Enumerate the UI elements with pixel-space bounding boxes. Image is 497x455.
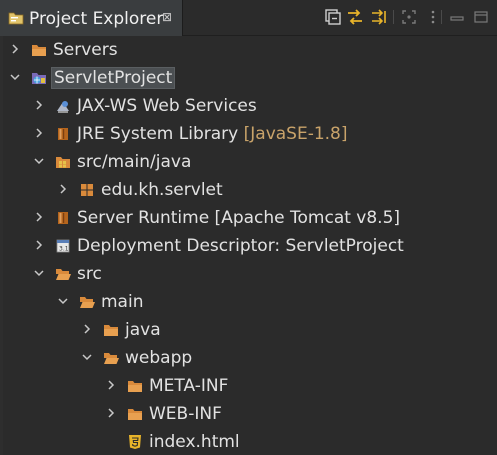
web-services-icon	[57, 101, 69, 113]
toolbar-separator	[441, 10, 442, 24]
tree-item-label: main	[101, 292, 144, 312]
view-header: Project Explorer ⊠	[0, 0, 497, 36]
tree-item-web-inf[interactable]: WEB-INF	[0, 400, 497, 428]
chevron-down-icon[interactable]	[32, 154, 46, 168]
tree-item-label: META-INF	[149, 376, 229, 396]
tree-item-label: WEB-INF	[149, 404, 222, 424]
view-menu-icon[interactable]	[424, 8, 442, 26]
tree-item-src-main-java[interactable]: src/main/java	[0, 148, 497, 176]
tree-item-meta-inf[interactable]: META-INF	[0, 372, 497, 400]
minimize-icon[interactable]	[448, 8, 466, 26]
tree-item-servletproject[interactable]: ServletProject	[0, 64, 497, 92]
chevron-right-icon[interactable]	[104, 406, 118, 420]
tree-item-src[interactable]: src	[0, 260, 497, 288]
html5-file-icon	[129, 435, 141, 449]
folder-icon	[104, 325, 118, 336]
chevron-right-icon[interactable]	[8, 42, 22, 56]
tab-project-explorer[interactable]: Project Explorer ⊠	[0, 0, 183, 36]
tree-item-package[interactable]: edu.kh.servlet	[0, 176, 497, 204]
tree-item-label: Deployment Descriptor: ServletProject	[77, 236, 404, 256]
chevron-right-icon[interactable]	[32, 210, 46, 224]
project-tree[interactable]: Servers ServletProject JAX-WS Web Servic…	[0, 36, 497, 455]
chevron-down-icon[interactable]	[32, 266, 46, 280]
tree-item-jre-library[interactable]: JRE System Library [JavaSE-1.8]	[0, 120, 497, 148]
library-icon	[58, 212, 68, 224]
sync-icon[interactable]	[370, 8, 388, 26]
project-explorer-icon	[8, 12, 24, 25]
maximize-icon[interactable]	[472, 8, 490, 26]
web-project-icon	[32, 73, 46, 84]
chevron-down-icon[interactable]	[80, 350, 94, 364]
view-toolbar	[320, 0, 497, 36]
collapse-all-icon[interactable]	[324, 8, 342, 26]
tree-item-label: index.html	[149, 432, 240, 452]
folder-icon	[128, 409, 142, 420]
library-version: [JavaSE-1.8]	[243, 124, 348, 144]
chevron-right-icon[interactable]	[32, 98, 46, 112]
folder-open-icon	[80, 297, 95, 308]
tree-item-label: ServletProject	[50, 67, 176, 89]
close-icon[interactable]: ⊠	[162, 10, 172, 24]
svg-text:3.1: 3.1	[59, 246, 69, 253]
toolbar-separator	[393, 10, 394, 24]
tree-item-server-runtime[interactable]: Server Runtime [Apache Tomcat v8.5]	[0, 204, 497, 232]
deployment-descriptor-icon: 3.1	[56, 239, 70, 253]
tree-item-servers[interactable]: Servers	[0, 36, 497, 64]
tree-item-main[interactable]: main	[0, 288, 497, 316]
tree-item-label: src/main/java	[77, 152, 192, 172]
tree-item-label: src	[77, 264, 102, 284]
tree-item-label: Server Runtime [Apache Tomcat v8.5]	[77, 208, 401, 228]
chevron-right-icon[interactable]	[104, 378, 118, 392]
tree-item-index-html[interactable]: index.html	[0, 428, 497, 455]
package-icon	[81, 184, 93, 196]
tree-item-webapp[interactable]: webapp	[0, 344, 497, 372]
tree-item-label: Servers	[53, 40, 118, 60]
chevron-down-icon[interactable]	[8, 70, 22, 84]
focus-icon[interactable]	[400, 8, 418, 26]
folder-icon	[32, 45, 46, 56]
library-name: JRE System Library	[77, 124, 244, 144]
link-with-editor-icon[interactable]	[346, 8, 364, 26]
library-icon	[58, 128, 68, 140]
tree-item-jax-ws[interactable]: JAX-WS Web Services	[0, 92, 497, 120]
tree-item-label: java	[125, 320, 161, 340]
chevron-down-icon[interactable]	[56, 294, 70, 308]
chevron-right-icon[interactable]	[56, 182, 70, 196]
tab-title: Project Explorer	[29, 9, 164, 29]
chevron-right-icon[interactable]	[80, 322, 94, 336]
chevron-right-icon[interactable]	[32, 126, 46, 140]
folder-open-icon	[104, 353, 119, 364]
tree-item-java[interactable]: java	[0, 316, 497, 344]
tree-item-label: edu.kh.servlet	[101, 180, 223, 200]
folder-icon	[128, 381, 142, 392]
tree-item-label: webapp	[125, 348, 193, 368]
tree-item-label: JRE System Library [JavaSE-1.8]	[77, 124, 348, 144]
source-folder-icon	[56, 157, 70, 168]
tree-item-label: JAX-WS Web Services	[77, 96, 257, 116]
tree-item-deployment-descriptor[interactable]: 3.1 Deployment Descriptor: ServletProjec…	[0, 232, 497, 260]
folder-open-icon	[56, 269, 71, 280]
chevron-right-icon[interactable]	[32, 238, 46, 252]
